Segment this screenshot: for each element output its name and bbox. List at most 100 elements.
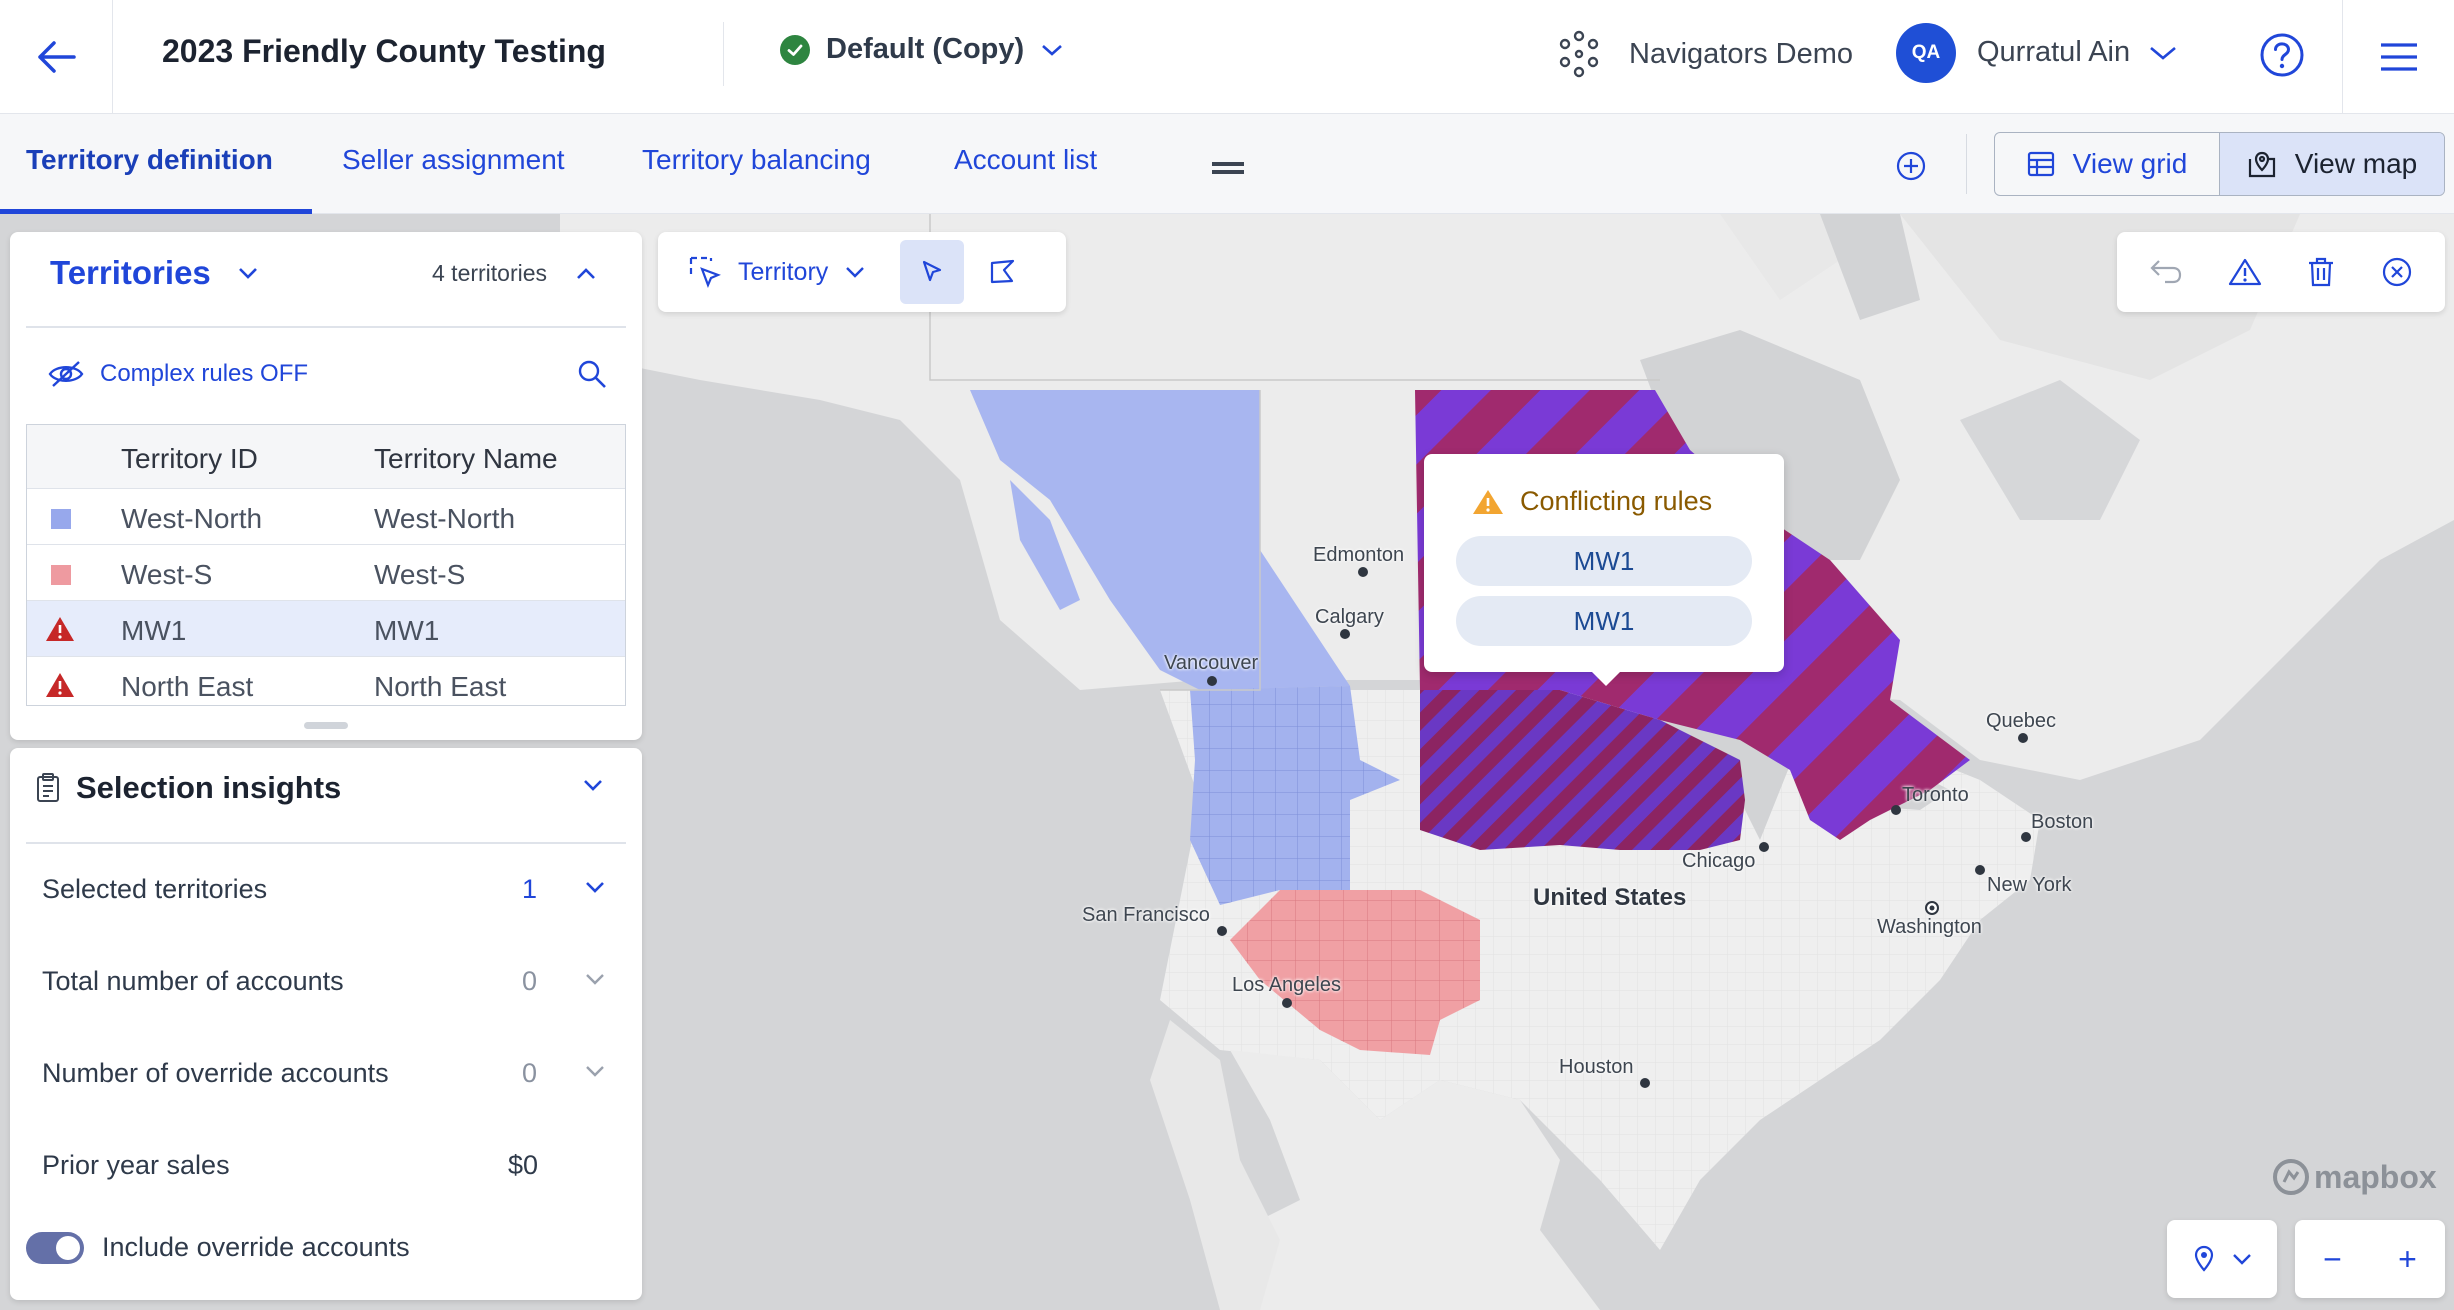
territory-color-swatch [51, 509, 71, 529]
zoom-out-button[interactable]: − [2323, 1241, 2342, 1278]
undo-icon[interactable] [2149, 257, 2183, 287]
map-label-vancouver: Vancouver [1164, 652, 1259, 674]
insight-label: Prior year sales [42, 1150, 230, 1180]
tab-bar: Territory definition Seller assignment T… [0, 114, 2454, 214]
zoom-in-button[interactable]: + [2398, 1241, 2417, 1278]
conflict-rule-pill[interactable]: MW1 [1456, 596, 1752, 646]
warning-triangle-icon [46, 673, 74, 697]
chevron-down-icon [1042, 44, 1063, 56]
map-label-toronto: Toronto [1902, 784, 1969, 806]
complex-rules-label: Complex rules OFF [100, 360, 309, 387]
territories-title: Territories [50, 254, 211, 291]
chevron-down-icon[interactable] [584, 880, 606, 894]
map-edit-toolbar [2117, 232, 2445, 312]
pointer-tool-button[interactable] [900, 240, 965, 304]
select-area-icon [689, 256, 721, 288]
map-label-houston: Houston [1559, 1056, 1634, 1078]
map-label-calgary: Calgary [1315, 606, 1384, 628]
tab-territory-balancing[interactable]: Territory balancing [642, 144, 871, 176]
chevron-down-icon[interactable] [584, 972, 606, 986]
include-override-toggle[interactable] [26, 1232, 84, 1264]
warning-triangle-icon[interactable] [2228, 257, 2262, 287]
column-header-territory-id[interactable]: Territory ID [121, 443, 258, 475]
table-row[interactable]: West-North West-North [27, 489, 625, 545]
trash-icon[interactable] [2306, 256, 2336, 288]
tab-seller-assignment[interactable]: Seller assignment [342, 144, 565, 176]
table-row[interactable]: North East North East [27, 657, 625, 705]
chevron-down-icon [2233, 1254, 2251, 1265]
tab-territory-definition[interactable]: Territory definition [26, 144, 273, 176]
view-toggle: View grid View map [1994, 132, 2445, 196]
user-name: Qurratul Ain [1977, 36, 2131, 68]
eye-off-icon [48, 361, 84, 387]
table-row[interactable]: MW1 MW1 [27, 601, 625, 657]
map-selection-toolbar: Territory [658, 232, 1066, 312]
insight-row-selected-territories[interactable]: Selected territories 1 [42, 874, 622, 905]
layer-dropdown[interactable]: Territory [688, 255, 866, 289]
tenant-switcher[interactable]: Navigators Demo [1555, 30, 1853, 78]
scenario-label: Default (Copy) [826, 33, 1025, 65]
territory-name-cell: West-S [374, 559, 466, 590]
back-button[interactable] [0, 0, 113, 114]
view-grid-label: View grid [2072, 148, 2188, 179]
chevron-down-icon [846, 267, 865, 278]
mapbox-mark-icon [2273, 1159, 2309, 1195]
territories-dropdown[interactable]: Territories [50, 254, 259, 292]
map-label-san-francisco: San Francisco [1082, 904, 1210, 926]
conflict-rule-pill[interactable]: MW1 [1456, 536, 1752, 586]
insight-row-prior-year-sales: Prior year sales $0 [42, 1150, 622, 1181]
territory-id-cell: North East [121, 671, 254, 702]
tenant-name: Navigators Demo [1629, 37, 1854, 70]
divider [1966, 134, 1967, 194]
insights-header: Selection insights [36, 770, 341, 806]
view-grid-button[interactable]: View grid [1995, 133, 2219, 195]
scenario-selector[interactable]: Default (Copy) [780, 33, 1064, 66]
territory-table: Territory ID Territory Name West-North W… [26, 424, 626, 706]
dots-grid-icon [1559, 30, 1599, 78]
plus-circle-icon[interactable] [1895, 150, 1927, 182]
clipboard-icon [37, 773, 59, 802]
tab-account-list[interactable]: Account list [954, 144, 1097, 176]
insight-row-total-accounts[interactable]: Total number of accounts 0 [42, 966, 622, 997]
view-map-button[interactable]: View map [2219, 133, 2444, 195]
location-control[interactable] [2167, 1220, 2277, 1298]
insight-row-override-accounts[interactable]: Number of override accounts 0 [42, 1058, 622, 1089]
territory-count-label: 4 territories [432, 260, 548, 286]
warning-triangle-icon [1473, 489, 1503, 514]
user-menu[interactable]: Qurratul Ain [1977, 36, 2178, 69]
map-label-new-york: New York [1987, 874, 2072, 896]
arrow-left-icon [38, 41, 76, 73]
divider [26, 842, 626, 844]
mapbox-wordmark: mapbox [2314, 1158, 2437, 1195]
panel-resize-handle[interactable] [304, 722, 348, 729]
lasso-tool-button[interactable] [970, 240, 1034, 304]
more-tabs-icon[interactable] [1212, 162, 1244, 166]
main-menu-button[interactable] [2342, 0, 2454, 114]
table-row[interactable]: West-S West-S [27, 545, 625, 601]
insight-value: 1 [522, 874, 538, 904]
territory-name-cell: North East [374, 671, 507, 702]
insight-label: Selected territories [42, 874, 268, 904]
map-label-boston: Boston [2031, 811, 2094, 833]
complex-rules-toggle[interactable]: Complex rules OFF [48, 360, 308, 388]
map-label-quebec: Quebec [1986, 710, 2057, 732]
divider [26, 326, 626, 328]
question-circle-icon[interactable] [2258, 31, 2306, 79]
insight-value: 0 [522, 1058, 538, 1088]
map-label-washington: Washington [1877, 916, 1982, 938]
top-bar: 2023 Friendly County Testing Default (Co… [0, 0, 2454, 114]
close-circle-icon[interactable] [2381, 256, 2413, 288]
search-icon[interactable] [576, 358, 608, 390]
chevron-down-icon [2150, 46, 2176, 60]
column-header-territory-name[interactable]: Territory Name [374, 443, 558, 475]
avatar[interactable]: QA [1896, 23, 1956, 83]
territory-name-cell: West-North [374, 503, 516, 534]
tooltip-title: Conflicting rules [1472, 486, 1712, 517]
chevron-down-icon[interactable] [582, 778, 604, 792]
grid-icon [2027, 151, 2054, 177]
chevron-down-icon[interactable] [584, 1064, 606, 1078]
insight-value: 0 [522, 966, 538, 996]
page-title: 2023 Friendly County Testing [162, 33, 606, 69]
chevron-up-icon[interactable] [575, 267, 597, 281]
check-circle-icon [780, 34, 810, 65]
